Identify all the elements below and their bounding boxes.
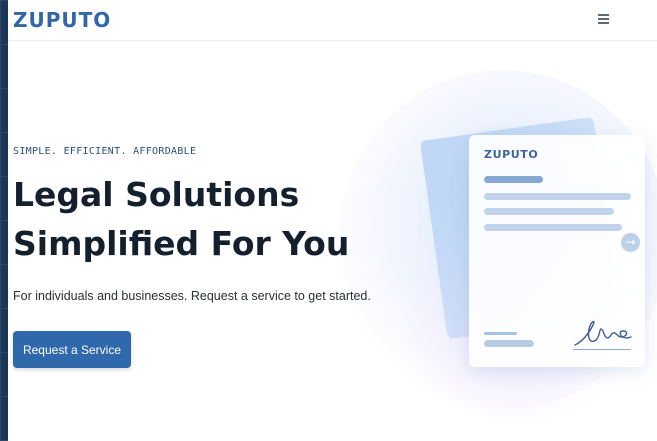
document-footer-line xyxy=(484,332,517,335)
document-footer-line xyxy=(484,340,534,347)
signature-icon xyxy=(574,320,632,346)
signature-line xyxy=(573,349,631,350)
landing-page: ZUPUTO SIMPLE. EFFICIENT. AFFORDABLE Leg… xyxy=(8,0,657,441)
top-navbar: ZUPUTO xyxy=(8,0,657,41)
hamburger-menu-icon[interactable] xyxy=(598,14,609,24)
arrow-right-icon: → xyxy=(621,233,640,252)
card-brand-logo: ZUPUTO xyxy=(484,148,539,161)
hero-tagline: SIMPLE. EFFICIENT. AFFORDABLE xyxy=(13,146,197,157)
headline-line-1: Legal Solutions xyxy=(13,175,300,214)
hero-subtitle: For individuals and businesses. Request … xyxy=(13,289,371,303)
document-card: ZUPUTO → xyxy=(469,135,645,367)
document-text-line xyxy=(484,208,614,215)
document-text-line xyxy=(484,193,631,200)
headline-line-2: Simplified For You xyxy=(13,224,350,263)
document-text-line xyxy=(484,224,622,231)
request-service-button[interactable]: Request a Service xyxy=(13,331,131,368)
document-title-bar xyxy=(484,176,543,183)
hero-headline: Legal Solutions Simplified For You xyxy=(13,170,349,268)
brand-logo[interactable]: ZUPUTO xyxy=(13,8,111,32)
